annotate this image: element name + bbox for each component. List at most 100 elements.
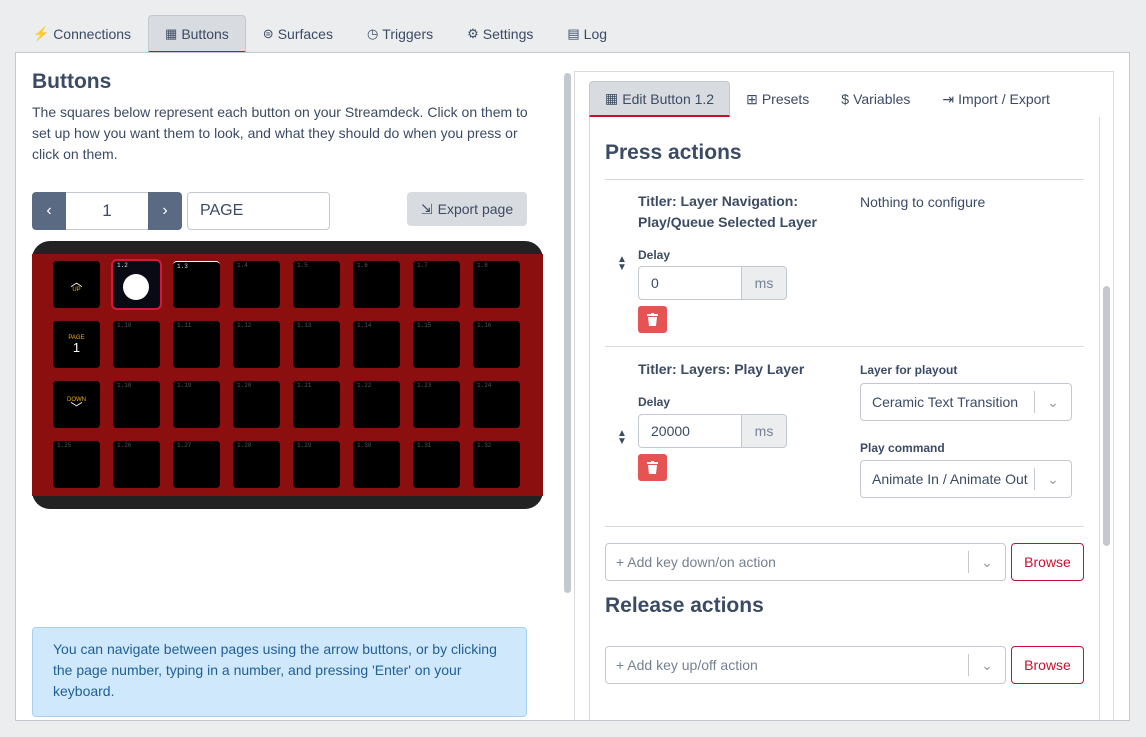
tab-import-export[interactable]: ⇥ Import / Export: [926, 81, 1066, 117]
page-name-input[interactable]: PAGE: [187, 192, 330, 230]
deck-button[interactable]: 1.20: [233, 381, 280, 428]
main-nav-tabs: ⚡ Connections ▦ Buttons ⊜ Surfaces ◷ Trigger…: [16, 15, 624, 53]
tab-log[interactable]: ▤ Log: [550, 15, 624, 53]
tab-settings[interactable]: ⚙ Settings: [450, 15, 550, 53]
left-scrollbar[interactable]: [564, 73, 571, 593]
deck-button[interactable]: 1.32: [473, 441, 520, 488]
chevron-down-icon: ⌄: [981, 656, 993, 673]
button-number: 1.28: [237, 442, 252, 449]
chevron-right-icon: ›: [162, 202, 168, 219]
page-indicator-button[interactable]: PAGE 1: [53, 321, 100, 368]
divider: [605, 179, 1084, 180]
gamepad-icon: ⊜: [262, 26, 274, 41]
right-scrollbar[interactable]: [1103, 286, 1110, 546]
deck-button[interactable]: 1.11: [173, 321, 220, 368]
deck-button[interactable]: 1.14: [353, 321, 400, 368]
tab-edit-button[interactable]: ▦ Edit Button 1.2: [589, 81, 731, 117]
deck-button[interactable]: 1.4: [233, 261, 280, 308]
tab-connections[interactable]: ⚡ Connections: [16, 15, 148, 53]
circle-icon: [123, 274, 149, 300]
delay-input[interactable]: 0: [638, 266, 742, 300]
tab-surfaces[interactable]: ⊜ Surfaces: [246, 15, 350, 53]
deck-button[interactable]: 1.26: [113, 441, 160, 488]
editor-tabs: ▦ Edit Button 1.2 ⊞ Presets $ Variables ⇥ Im…: [589, 81, 1066, 117]
deck-button[interactable]: 1.27: [173, 441, 220, 488]
deck-button[interactable]: 1.7: [413, 261, 460, 308]
tab-triggers[interactable]: ◷ Triggers: [350, 15, 450, 53]
prev-page-button[interactable]: ‹: [32, 192, 66, 230]
deck-button[interactable]: 1.24: [473, 381, 520, 428]
button-number: 1.18: [117, 382, 132, 389]
deck-button[interactable]: 1.25: [53, 441, 100, 488]
deck-button[interactable]: 1.28: [233, 441, 280, 488]
select-value: Ceramic Text Transition: [872, 394, 1019, 410]
tab-variables[interactable]: $ Variables: [825, 81, 926, 117]
add-key-up-action-select[interactable]: + Add key up/off action ⌄: [605, 646, 1006, 684]
drag-handle-icon[interactable]: ▲ ▼: [617, 255, 627, 273]
deck-button[interactable]: 1.18: [113, 381, 160, 428]
deck-button[interactable]: 1.31: [413, 441, 460, 488]
drag-handle-icon[interactable]: ▲ ▼: [617, 429, 627, 447]
deck-button[interactable]: 1.23: [413, 381, 460, 428]
deck-button[interactable]: 1.5: [293, 261, 340, 308]
trash-icon: [647, 313, 658, 326]
delay-input[interactable]: 20000: [638, 414, 742, 448]
play-command-select[interactable]: Animate In / Animate Out ⌄: [860, 460, 1072, 498]
add-key-down-action-select[interactable]: + Add key down/on action ⌄: [605, 543, 1006, 581]
deck-button[interactable]: 1.13: [293, 321, 340, 368]
deck-button[interactable]: 1.6: [353, 261, 400, 308]
deck-button[interactable]: 1.8: [473, 261, 520, 308]
streamdeck: ︿ UP 1.2 1.3 1.4 1.5 1.6 1.7 1.8 PAGE 1 1.10 1.11 1.1…: [32, 241, 543, 509]
browse-button[interactable]: Browse: [1011, 543, 1084, 581]
intro-text: The squares below represent each button …: [32, 104, 528, 162]
browse-button[interactable]: Browse: [1011, 646, 1084, 684]
deck-button[interactable]: 1.21: [293, 381, 340, 428]
tab-label: Surfaces: [277, 26, 333, 42]
deck-button[interactable]: 1.16: [473, 321, 520, 368]
delay-unit: ms: [742, 414, 787, 448]
delete-action-button[interactable]: [638, 454, 667, 481]
button-number: 1.11: [177, 322, 192, 329]
button-number: 1.24: [477, 382, 492, 389]
calendar-grid-icon: ▦: [165, 25, 178, 41]
release-actions-title: Release actions: [605, 594, 764, 617]
tab-presets[interactable]: ⊞ Presets: [730, 81, 825, 117]
deck-button[interactable]: 1.29: [293, 441, 340, 488]
deck-button[interactable]: 1.15: [413, 321, 460, 368]
divider: [605, 526, 1084, 527]
deck-button[interactable]: 1.30: [353, 441, 400, 488]
tab-buttons[interactable]: ▦ Buttons: [148, 15, 246, 53]
action-title: Titler: Layer Navigation: Play/Queue Sel…: [638, 191, 817, 233]
page-up-button[interactable]: ︿ UP: [53, 261, 100, 308]
layer-label: Layer for playout: [860, 363, 958, 377]
button-number: 1.23: [417, 382, 432, 389]
deck-button[interactable]: 1.12: [233, 321, 280, 368]
delete-action-button[interactable]: [638, 306, 667, 333]
tab-label: Import / Export: [958, 91, 1050, 107]
clipboard-icon: ▤: [567, 26, 580, 41]
button-number: 1.30: [357, 442, 372, 449]
deck-button[interactable]: 1.10: [113, 321, 160, 368]
page-number-input[interactable]: 1: [66, 192, 148, 230]
main-card: Buttons The squares below represent each…: [15, 52, 1130, 721]
tab-label: Variables: [853, 91, 911, 107]
deck-button[interactable]: 1.3: [173, 261, 220, 308]
tab-label: Edit Button 1.2: [622, 90, 715, 107]
action-title-line: Play/Queue Selected Layer: [638, 214, 817, 230]
page-title: Buttons: [32, 70, 112, 93]
tab-label: Log: [583, 26, 608, 42]
layer-select[interactable]: Ceramic Text Transition ⌄: [860, 383, 1072, 421]
delay-label: Delay: [638, 395, 671, 409]
page-down-button[interactable]: DOWN ﹀: [53, 381, 100, 428]
deck-button[interactable]: 1.19: [173, 381, 220, 428]
deck-button[interactable]: 1.2: [111, 259, 162, 310]
calculator-icon: ▦: [605, 90, 619, 106]
delay-field: 20000 ms: [638, 414, 787, 448]
editor-panel: ▦ Edit Button 1.2 ⊞ Presets $ Variables ⇥ Im…: [574, 71, 1114, 720]
export-page-button[interactable]: ⇲ Export page: [407, 192, 527, 226]
tab-label: Connections: [53, 26, 132, 42]
deck-button[interactable]: 1.22: [353, 381, 400, 428]
button-number: 1.4: [237, 262, 248, 269]
button-number: 1.10: [117, 322, 132, 329]
next-page-button[interactable]: ›: [148, 192, 182, 230]
